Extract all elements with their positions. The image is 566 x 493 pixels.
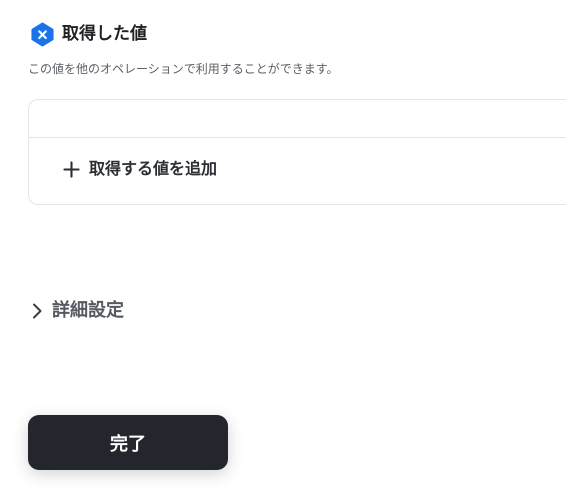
add-value-button[interactable]: 取得する値を追加 [63,159,217,179]
chevron-right-icon [33,303,42,319]
values-card-empty-row [29,100,566,138]
section-title: 取得した値 [62,24,147,44]
advanced-settings-toggle[interactable]: 詳細設定 [30,298,124,324]
section-header: 取得した値 [30,22,147,47]
add-value-label: 取得する値を追加 [89,159,218,178]
x-badge-icon [31,22,54,47]
page: 取得した値 この値を他のオペレーションで利用することができます。 取得する値を追… [0,0,566,493]
advanced-settings-label: 詳細設定 [52,300,124,321]
values-card: 取得する値を追加 [28,99,566,205]
plus-icon [63,160,80,178]
section-description: この値を他のオペレーションで利用することができます。 [28,62,339,76]
done-button[interactable]: 完了 [28,415,228,470]
